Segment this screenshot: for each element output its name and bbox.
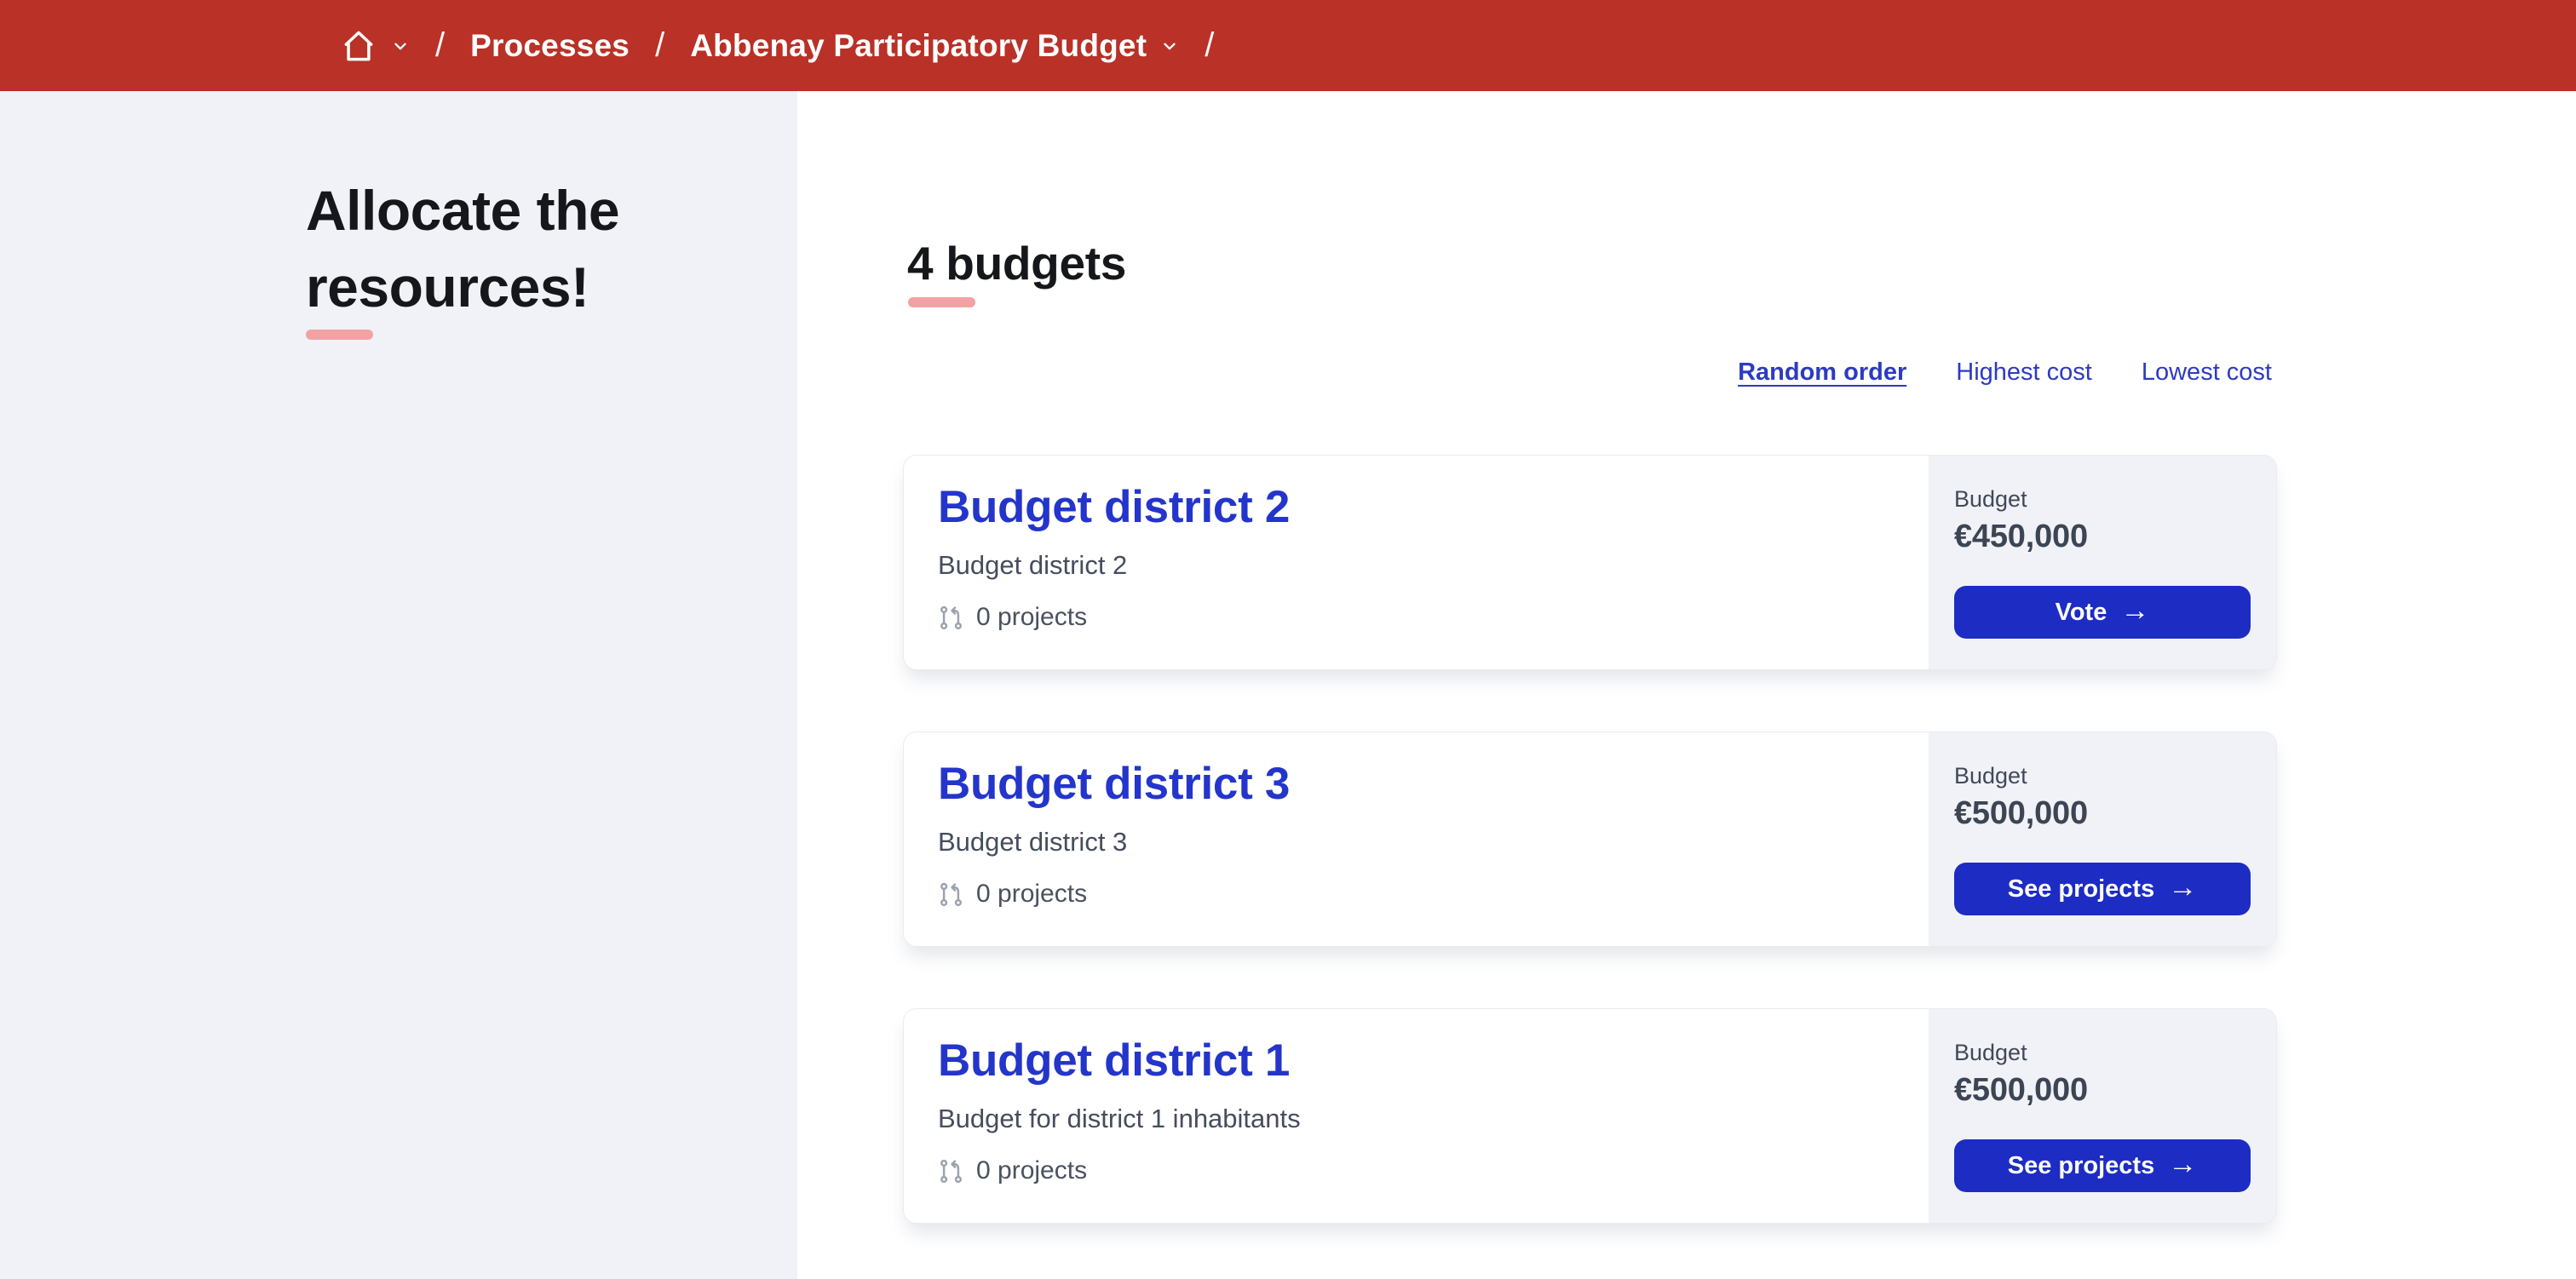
budget-projects-meta: 0 projects <box>938 603 1929 632</box>
budget-card-list: Budget district 2 Budget district 2 0 pr… <box>903 455 2277 1224</box>
see-projects-button[interactable]: See projects → <box>1954 863 2251 915</box>
budget-projects-meta: 0 projects <box>938 880 1929 909</box>
budget-label: Budget <box>1954 763 2027 789</box>
title-underline <box>306 329 373 340</box>
see-projects-button[interactable]: See projects → <box>1954 1139 2251 1192</box>
budget-title-link[interactable]: Budget district 3 <box>938 758 1290 810</box>
projects-icon <box>940 605 962 629</box>
budget-label: Budget <box>1954 1040 2027 1065</box>
sidebar: Allocate the resources! <box>0 91 797 1279</box>
projects-count: 0 projects <box>976 1156 1088 1184</box>
arrow-right-icon: → <box>2168 1148 2198 1180</box>
budget-amount-panel: Budget €500,000 See projects → <box>1929 732 2276 946</box>
budget-card-body: Budget district 2 Budget district 2 0 pr… <box>904 456 1929 669</box>
budget-label: Budget <box>1954 486 2027 512</box>
budget-projects-meta: 0 projects <box>938 1156 1929 1185</box>
breadcrumb-separator: / <box>1205 26 1215 64</box>
budget-amount: €500,000 <box>1954 1072 2088 1108</box>
heading-underline <box>908 297 975 307</box>
vote-button-label: Vote <box>2055 598 2107 626</box>
budget-card-body: Budget district 3 Budget district 3 0 pr… <box>904 732 1929 946</box>
chevron-down-icon <box>1164 43 1176 49</box>
budget-amount: €500,000 <box>1954 795 2088 831</box>
sort-highest-cost[interactable]: Highest cost <box>1956 358 2092 387</box>
budget-amount: €450,000 <box>1954 519 2088 554</box>
budgets-page: / Processes / Abbenay Participatory Budg… <box>0 0 2576 1279</box>
breadcrumb-bar: / Processes / Abbenay Participatory Budg… <box>0 0 2576 91</box>
sort-options: Random order Highest cost Lowest cost <box>903 358 2277 387</box>
breadcrumb-link-process[interactable]: Abbenay Participatory Budget <box>690 28 1147 64</box>
budget-description: Budget district 2 <box>938 550 1128 580</box>
budget-title-link[interactable]: Budget district 2 <box>938 481 1290 533</box>
sort-random-order[interactable]: Random order <box>1738 358 1906 387</box>
breadcrumb-link-processes[interactable]: Processes <box>470 28 630 64</box>
budget-description: Budget for district 1 inhabitants <box>938 1104 1301 1133</box>
projects-count: 0 projects <box>976 880 1088 908</box>
budget-card: Budget district 2 Budget district 2 0 pr… <box>903 455 2277 670</box>
budget-card-body: Budget district 1 Budget for district 1 … <box>904 1009 1929 1223</box>
home-icon <box>344 31 373 60</box>
budget-title-link[interactable]: Budget district 1 <box>938 1035 1290 1087</box>
budgets-count-heading: 4 budgets <box>907 237 1127 290</box>
budget-amount-panel: Budget €500,000 See projects → <box>1929 1009 2276 1223</box>
breadcrumb-process-menu[interactable]: Abbenay Participatory Budget <box>690 28 1179 64</box>
budget-description: Budget district 3 <box>938 827 1128 857</box>
home-menu-button[interactable] <box>340 27 410 65</box>
projects-icon <box>940 1159 962 1183</box>
budget-card: Budget district 1 Budget for district 1 … <box>903 1008 2277 1224</box>
breadcrumb: / Processes / Abbenay Participatory Budg… <box>340 26 1239 65</box>
see-projects-button-label: See projects <box>2007 1151 2155 1179</box>
page-title: Allocate the resources! <box>306 179 620 318</box>
arrow-right-icon: → <box>2120 594 2150 627</box>
breadcrumb-separator: / <box>435 26 446 64</box>
projects-count: 0 projects <box>976 603 1088 631</box>
main-content: 4 budgets Random order Highest cost Lowe… <box>903 91 2277 1224</box>
arrow-right-icon: → <box>2168 871 2198 903</box>
breadcrumb-separator: / <box>655 26 665 64</box>
budget-amount-panel: Budget €450,000 Vote → <box>1929 456 2276 669</box>
sort-lowest-cost[interactable]: Lowest cost <box>2142 358 2272 387</box>
chevron-down-icon <box>394 43 406 49</box>
budget-card: Budget district 3 Budget district 3 0 pr… <box>903 731 2277 947</box>
vote-button[interactable]: Vote → <box>1954 586 2251 639</box>
projects-icon <box>940 882 962 906</box>
see-projects-button-label: See projects <box>2007 875 2155 903</box>
